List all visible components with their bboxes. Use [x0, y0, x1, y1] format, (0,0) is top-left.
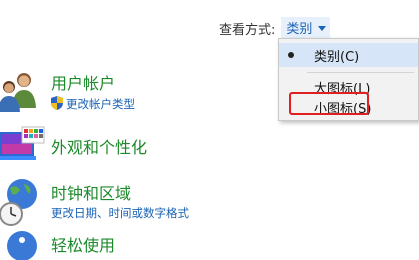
- menu-separator: [307, 72, 414, 73]
- category-title-appearance[interactable]: 外观和个性化: [51, 134, 147, 158]
- category-title-user-accounts[interactable]: 用户帐户: [51, 70, 115, 94]
- menu-item-label: 类别(C): [314, 49, 360, 65]
- view-by-selected-value: 类别: [286, 22, 313, 37]
- link-change-date-time-format[interactable]: 更改日期、时间或数字格式: [51, 205, 189, 221]
- category-title-clock-region[interactable]: 时钟和区域: [51, 180, 131, 204]
- chevron-down-icon: [318, 26, 327, 31]
- menu-item-category[interactable]: 类别(C): [279, 43, 418, 67]
- view-by-control: 查看方式: 类别: [219, 17, 331, 40]
- clock-globe-icon: [0, 179, 37, 226]
- category-title-ease-of-access[interactable]: 轻松使用: [51, 232, 115, 256]
- view-by-label: 查看方式:: [219, 23, 276, 38]
- shield-icon: [51, 96, 63, 110]
- red-highlight-box: [289, 92, 369, 115]
- users-icon: [0, 73, 36, 112]
- link-change-account-type[interactable]: 更改帐户类型: [66, 96, 135, 112]
- appearance-icon: [0, 126, 45, 160]
- ease-of-access-icon: [7, 231, 37, 260]
- view-by-dropdown-button[interactable]: 类别: [281, 17, 331, 40]
- selected-bullet-icon: [288, 52, 294, 58]
